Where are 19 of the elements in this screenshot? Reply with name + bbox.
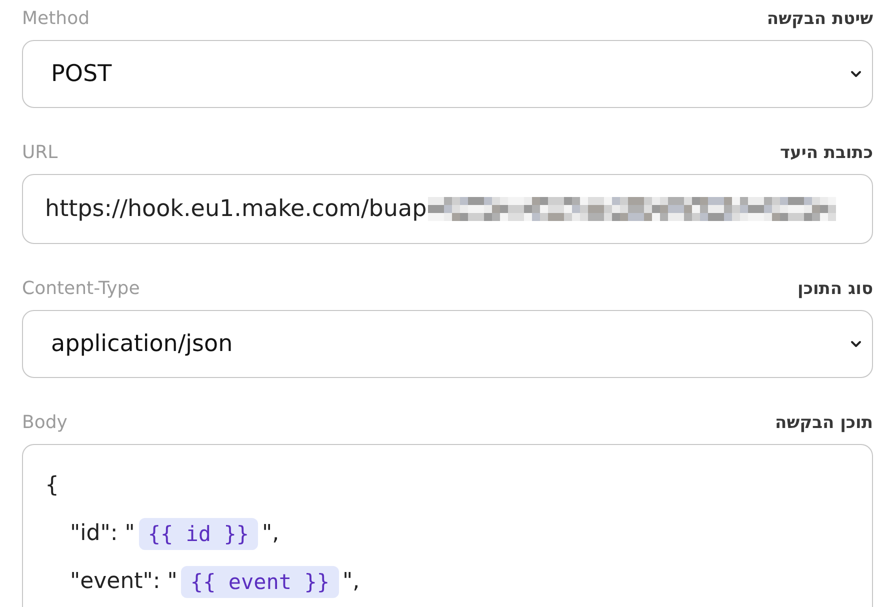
code-text: {	[45, 472, 59, 500]
template-variable: {{ event }}	[181, 566, 338, 598]
code-text: ",	[342, 568, 360, 596]
field-label: URL	[22, 142, 58, 164]
code-text: ",	[262, 520, 280, 548]
url-field[interactable]: https://hook.eu1.make.com/buap	[22, 174, 873, 244]
dropdown-select[interactable]: POST	[22, 40, 873, 108]
field-label: Method	[22, 8, 90, 30]
field-label: תוכן הבקשה	[775, 412, 873, 434]
code-editor[interactable]: { "id": " {{ id }} ", "event": " {{ event }} ",	[22, 444, 873, 607]
template-variable: {{ id }}	[138, 518, 258, 550]
code-text: "event": "	[70, 568, 178, 596]
field-label: Content-Type	[22, 278, 140, 300]
field-label: Body	[22, 412, 68, 434]
field-label: שיטת הבקשה	[766, 8, 873, 30]
field-label: כתובת היעד	[780, 142, 873, 164]
field-label: סוג התוכן	[798, 278, 873, 300]
code-text: "id": "	[70, 520, 135, 548]
dropdown-select[interactable]: application/json	[22, 310, 873, 378]
